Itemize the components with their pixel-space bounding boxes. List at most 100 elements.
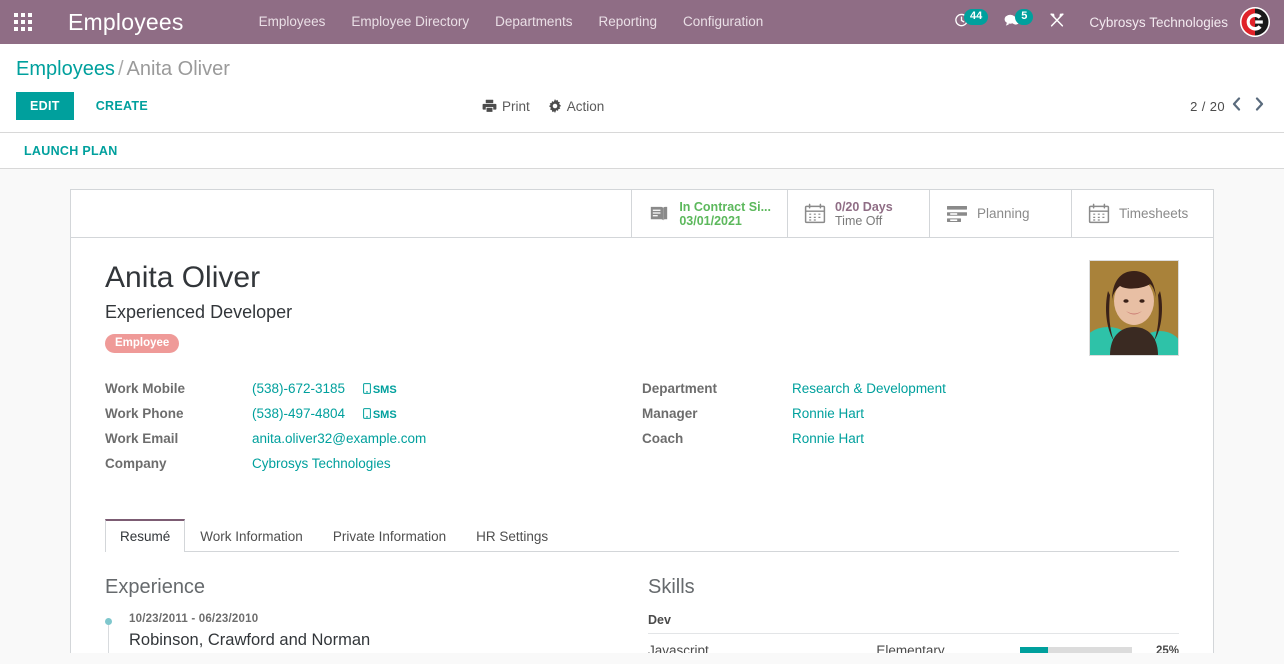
page-title: Anita Oliver <box>105 260 1179 296</box>
field-value-company: Cybrosys Technologies <box>252 456 391 471</box>
work-mobile-link[interactable]: (538)-672-3185 <box>252 381 345 396</box>
experience-organization[interactable]: Robinson, Crawford and Norman <box>129 631 602 650</box>
field-label-coach: Coach <box>642 431 792 446</box>
navbar-systray: 44 5 Cybrosys Technol <box>946 0 1284 44</box>
mobile-phone-icon <box>363 408 371 419</box>
launch-plan-button[interactable]: LAUNCH PLAN <box>16 139 126 163</box>
department-link[interactable]: Research & Development <box>792 381 946 396</box>
gear-icon <box>548 99 562 113</box>
stat-contract-line2: 03/01/2021 <box>679 214 771 228</box>
stat-button-timesheets-text: Timesheets <box>1119 207 1188 221</box>
developer-tools-button[interactable] <box>1041 0 1073 44</box>
app-brand-title[interactable]: Employees <box>46 9 194 36</box>
experience-timeline: 10/23/2011 - 06/23/2010 Robinson, Crawfo… <box>105 613 602 653</box>
field-value-work-mobile: (538)-672-3185 SMS <box>252 381 397 396</box>
control-panel-buttons: EDIT CREATE Print <box>16 84 1268 132</box>
launch-plan-bar: LAUNCH PLAN <box>0 133 1284 169</box>
activities-button[interactable]: 44 <box>946 0 996 44</box>
top-navbar: Employees Employees Employee Directory D… <box>0 0 1284 44</box>
tab-hr-settings[interactable]: HR Settings <box>461 519 563 552</box>
apps-menu-button[interactable] <box>0 0 46 44</box>
chevron-left-icon <box>1232 97 1241 111</box>
employee-portrait-image <box>1090 261 1178 355</box>
skills-group-header-row: Dev <box>648 613 1179 634</box>
main-menu: Employees Employee Directory Departments… <box>246 0 777 44</box>
progress-fill <box>1020 647 1048 653</box>
user-menu-name[interactable]: Cybrosys Technologies <box>1073 15 1240 30</box>
messages-count-badge: 5 <box>1015 9 1033 25</box>
stat-button-planning[interactable]: Planning <box>929 190 1071 237</box>
print-label: Print <box>502 99 530 114</box>
progress-track <box>1020 647 1132 653</box>
action-dropdown[interactable]: Action <box>548 99 605 114</box>
stat-button-contract[interactable]: In Contract Si... 03/01/2021 <box>631 190 787 237</box>
skills-title: Skills <box>648 576 1179 599</box>
menu-item-employees[interactable]: Employees <box>246 0 339 44</box>
edit-button[interactable]: EDIT <box>16 92 74 120</box>
skills-group-dev-name: Dev <box>648 613 1179 634</box>
breadcrumb: Employees/Anita Oliver <box>16 44 1268 84</box>
menu-item-reporting[interactable]: Reporting <box>585 0 670 44</box>
stat-button-time-off-text: 0/20 Days Time Off <box>835 200 893 228</box>
menu-item-employee-directory[interactable]: Employee Directory <box>338 0 482 44</box>
field-label-work-phone: Work Phone <box>105 406 252 421</box>
control-panel-dropdowns: Print Action <box>482 99 604 114</box>
field-label-work-mobile: Work Mobile <box>105 381 252 396</box>
action-label: Action <box>567 99 605 114</box>
field-label-company: Company <box>105 456 252 471</box>
stat-button-planning-text: Planning <box>977 207 1030 221</box>
field-work-phone: Work Phone (538)-497-4804 SMS <box>105 406 602 431</box>
coach-link[interactable]: Ronnie Hart <box>792 431 864 446</box>
work-email-link[interactable]: anita.oliver32@example.com <box>252 431 426 446</box>
pager-previous-button[interactable] <box>1225 97 1248 115</box>
work-phone-link[interactable]: (538)-497-4804 <box>252 406 345 421</box>
skill-name-javascript: Javascript <box>648 634 876 654</box>
stat-planning-label: Planning <box>977 207 1030 221</box>
breadcrumb-separator: / <box>115 58 127 80</box>
tab-resume[interactable]: Resumé <box>105 519 185 552</box>
field-label-department: Department <box>642 381 792 396</box>
notebook: Resumé Work Information Private Informat… <box>105 519 1179 653</box>
print-dropdown[interactable]: Print <box>482 99 530 114</box>
calendar-icon <box>804 203 826 224</box>
messages-button[interactable]: 5 <box>996 0 1041 44</box>
company-link[interactable]: Cybrosys Technologies <box>252 456 391 471</box>
control-panel: Employees/Anita Oliver EDIT CREATE Print <box>0 44 1284 133</box>
field-value-work-email: anita.oliver32@example.com <box>252 431 426 446</box>
sheet-body: Anita Oliver Experienced Developer Emplo… <box>71 238 1213 653</box>
stat-time-off-line2: Time Off <box>835 214 893 228</box>
employee-job-title: Experienced Developer <box>105 302 1179 323</box>
avatar[interactable] <box>1240 7 1270 37</box>
stat-button-time-off[interactable]: 0/20 Days Time Off <box>787 190 929 237</box>
tab-private-information[interactable]: Private Information <box>318 519 461 552</box>
experience-title: Experience <box>105 576 602 599</box>
stat-button-timesheets[interactable]: Timesheets <box>1071 190 1213 237</box>
pager-next-button[interactable] <box>1248 97 1268 115</box>
table-row[interactable]: Javascript Elementary 25% <box>648 634 1179 654</box>
tab-work-information[interactable]: Work Information <box>185 519 318 552</box>
timeline-dot-icon <box>105 618 112 625</box>
employee-fields: Work Mobile (538)-672-3185 SMS Work Phon… <box>105 381 1179 481</box>
employee-fields-right: Department Research & Development Manage… <box>642 381 1179 481</box>
create-button[interactable]: CREATE <box>82 92 162 120</box>
employee-photo[interactable] <box>1089 260 1179 356</box>
calendar-icon <box>1088 203 1110 224</box>
resume-experience-section: Experience 10/23/2011 - 06/23/2010 Robin… <box>105 576 642 653</box>
menu-item-departments[interactable]: Departments <box>482 0 585 44</box>
planning-list-icon <box>946 205 968 223</box>
field-label-manager: Manager <box>642 406 792 421</box>
resume-skills-section: Skills Dev Javascript Elementary <box>642 576 1179 653</box>
field-work-mobile: Work Mobile (538)-672-3185 SMS <box>105 381 602 406</box>
stat-button-contract-text: In Contract Si... 03/01/2021 <box>679 200 771 228</box>
manager-link[interactable]: Ronnie Hart <box>792 406 864 421</box>
cybrosys-logo-icon <box>1240 7 1270 37</box>
field-label-work-email: Work Email <box>105 431 252 446</box>
menu-item-configuration[interactable]: Configuration <box>670 0 776 44</box>
work-mobile-sms-button[interactable]: SMS <box>363 384 397 396</box>
employee-fields-left: Work Mobile (538)-672-3185 SMS Work Phon… <box>105 381 642 481</box>
apps-grid-icon <box>14 13 32 31</box>
breadcrumb-root[interactable]: Employees <box>16 58 115 80</box>
work-phone-sms-button[interactable]: SMS <box>363 409 397 421</box>
stat-timesheets-label: Timesheets <box>1119 207 1188 221</box>
status-badge[interactable]: Employee <box>105 334 179 353</box>
